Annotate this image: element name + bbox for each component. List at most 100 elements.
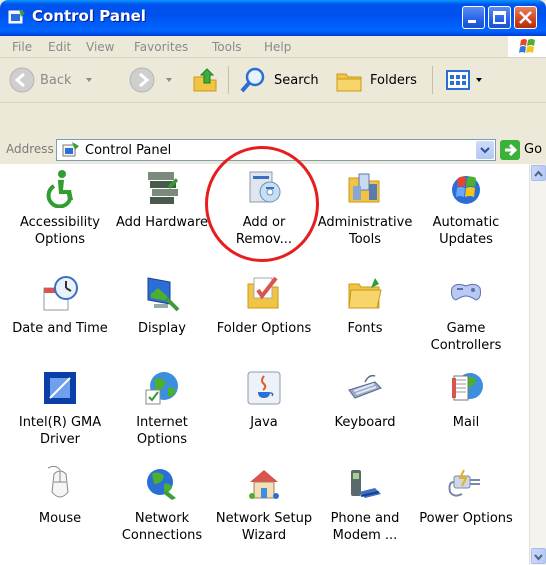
accessibility-options-item[interactable]: Accessibility Options	[8, 168, 112, 248]
item-label: Display	[138, 321, 186, 336]
item-label: Folder Options	[216, 321, 312, 336]
chevron-down-icon	[166, 78, 172, 82]
power-options-item[interactable]: Power Options	[414, 464, 518, 527]
vertical-scrollbar[interactable]	[529, 164, 546, 565]
toolbar-separator	[432, 66, 433, 94]
up-folder-icon	[193, 68, 217, 92]
menu-view[interactable]: View	[86, 40, 114, 54]
control-panel-icon	[8, 9, 25, 24]
fonts-folder-icon	[348, 278, 382, 309]
address-value: Control Panel	[85, 143, 172, 158]
date-time-icon	[43, 276, 78, 311]
item-label: Date and Time	[12, 321, 108, 336]
item-label: Fonts	[347, 321, 383, 336]
internet-options-icon	[145, 372, 178, 405]
forward-button[interactable]	[128, 58, 174, 102]
menu-help[interactable]: Help	[264, 40, 291, 54]
folder-options-item[interactable]: Folder Options	[212, 274, 316, 337]
phone-modem-item[interactable]: Phone and Modem ...	[313, 464, 417, 544]
administrative-tools-item[interactable]: Administrative Tools	[313, 168, 417, 248]
item-label: Network Setup Wizard	[215, 511, 313, 543]
close-button[interactable]	[514, 6, 537, 29]
chevron-up-icon	[534, 170, 543, 177]
add-hardware-icon	[148, 172, 178, 204]
back-arrow-icon	[9, 67, 35, 93]
control-panel-window: Control Panel File Edit View Favorites T…	[0, 0, 546, 565]
automatic-updates-item[interactable]: Automatic Updates	[414, 168, 518, 248]
intel-gma-driver-item[interactable]: Intel(R) GMA Driver	[8, 368, 112, 448]
item-label: Automatic Updates	[432, 215, 500, 247]
folders-icon	[336, 73, 362, 92]
chevron-down-icon	[476, 78, 482, 82]
back-label: Back	[40, 72, 72, 88]
address-dropdown-button[interactable]	[476, 141, 494, 159]
item-label: Phone and Modem ...	[330, 511, 400, 543]
back-button[interactable]: Back	[8, 58, 94, 102]
up-folder-button[interactable]	[190, 58, 220, 102]
game-controllers-item[interactable]: Game Controllers	[414, 274, 518, 354]
internet-options-item[interactable]: Internet Options	[110, 368, 214, 448]
fonts-item[interactable]: Fonts	[313, 274, 417, 337]
item-label: Add Hardware	[115, 215, 209, 230]
item-label: Intel(R) GMA Driver	[18, 415, 102, 447]
scroll-down-button[interactable]	[531, 548, 546, 564]
mail-icon	[452, 373, 483, 401]
keyboard-icon	[348, 374, 382, 399]
go-arrow-icon	[500, 140, 520, 160]
views-button[interactable]	[444, 58, 484, 102]
keyboard-item[interactable]: Keyboard	[313, 368, 417, 431]
search-icon	[240, 67, 265, 93]
scroll-up-button[interactable]	[531, 165, 546, 181]
date-time-item[interactable]: Date and Time	[8, 274, 112, 337]
folder-options-icon	[247, 276, 279, 309]
automatic-updates-icon	[452, 176, 480, 204]
mouse-icon	[47, 465, 69, 498]
mail-item[interactable]: Mail	[414, 368, 518, 431]
go-button[interactable]: Go	[500, 139, 544, 161]
menu-tools[interactable]: Tools	[212, 40, 242, 54]
item-label: Mouse	[38, 511, 82, 526]
network-setup-wizard-item[interactable]: Network Setup Wizard	[212, 464, 316, 544]
mouse-item[interactable]: Mouse	[8, 464, 112, 527]
chevron-down-icon	[534, 554, 543, 561]
folders-label: Folders	[370, 72, 417, 88]
item-label: Game Controllers	[430, 321, 502, 353]
windows-logo	[508, 36, 546, 57]
menu-file[interactable]: File	[12, 40, 32, 54]
search-label: Search	[274, 72, 319, 88]
windows-flag-icon	[519, 39, 535, 53]
chevron-down-icon	[85, 78, 92, 82]
window-title: Control Panel	[32, 7, 146, 25]
control-panel-icon	[62, 142, 79, 157]
power-options-icon	[448, 469, 480, 497]
menu-bar: File Edit View Favorites Tools Help	[0, 36, 546, 58]
forward-arrow-icon	[129, 67, 155, 93]
java-item[interactable]: Java	[212, 368, 316, 431]
go-label: Go	[524, 142, 543, 157]
highlight-circle	[205, 146, 319, 262]
close-icon	[519, 11, 532, 24]
standard-toolbar: Back Search Folders	[0, 58, 546, 103]
item-label: Java	[250, 415, 278, 430]
item-label: Accessibility Options	[20, 215, 100, 247]
minimize-button[interactable]	[462, 6, 485, 29]
add-hardware-item[interactable]: Add Hardware	[110, 168, 214, 231]
network-connections-item[interactable]: Network Connections	[110, 464, 214, 544]
folders-button[interactable]: Folders	[334, 58, 417, 102]
administrative-tools-icon	[348, 173, 380, 203]
item-label: Power Options	[419, 511, 513, 526]
toolbar-separator	[228, 66, 229, 94]
search-button[interactable]: Search	[238, 58, 319, 102]
menu-favorites[interactable]: Favorites	[134, 40, 188, 54]
maximize-button[interactable]	[488, 6, 511, 29]
address-label: Address	[6, 142, 54, 156]
menu-edit[interactable]: Edit	[48, 40, 71, 54]
display-item[interactable]: Display	[110, 274, 214, 337]
item-label: Keyboard	[334, 415, 396, 430]
item-label: Administrative Tools	[317, 215, 413, 247]
maximize-icon	[493, 11, 506, 24]
title-bar[interactable]: Control Panel	[0, 0, 546, 36]
network-setup-wizard-icon	[249, 470, 279, 499]
chevron-down-icon	[480, 147, 490, 154]
accessibility-icon	[46, 170, 73, 208]
